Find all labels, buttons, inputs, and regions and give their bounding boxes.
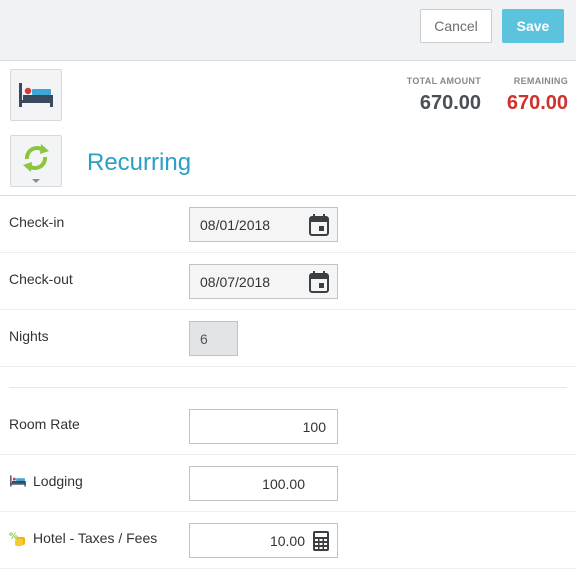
room-rate-label: Room Rate — [9, 416, 80, 432]
cancel-button[interactable]: Cancel — [420, 9, 492, 43]
calendar-icon[interactable] — [309, 214, 329, 236]
recurring-arrows-icon — [23, 144, 49, 183]
lodging-label: Lodging — [33, 473, 83, 489]
nights-row: Nights 6 — [0, 310, 576, 367]
recurring-button[interactable] — [10, 135, 62, 187]
remaining-label: REMAINING — [513, 76, 568, 86]
taxes-amount-value: 10.00 — [269, 532, 305, 549]
section-title: Recurring — [87, 149, 192, 176]
calculator-icon[interactable] — [313, 531, 329, 551]
top-toolbar: Cancel Save — [0, 0, 576, 61]
bed-icon — [19, 83, 53, 107]
total-amount-label: TOTAL AMOUNT — [406, 76, 481, 86]
lodging-row: Lodging 100.00 — [0, 455, 576, 512]
checkin-row: Check-in 08/01/2018 — [0, 196, 576, 253]
checkin-date-value: 08/01/2018 — [200, 216, 271, 233]
taxes-row: % Hotel - Taxes / Fees 10.00 — [0, 512, 576, 569]
total-amount-value: 670.00 — [419, 92, 481, 114]
lodging-amount-input[interactable]: 100.00 — [189, 466, 338, 501]
taxes-label: Hotel - Taxes / Fees — [33, 530, 158, 546]
taxes-label-wrap: % Hotel - Taxes / Fees — [9, 530, 157, 546]
nights-label: Nights — [9, 328, 49, 344]
save-button[interactable]: Save — [502, 9, 564, 43]
checkout-label: Check-out — [9, 271, 73, 287]
remaining-value: 670.00 — [506, 92, 568, 114]
checkout-date-value: 08/07/2018 — [200, 273, 271, 290]
checkout-date-input[interactable]: 08/07/2018 — [189, 264, 338, 299]
room-rate-row: Room Rate 100 — [0, 398, 576, 455]
nights-field: 6 — [189, 321, 238, 356]
bed-icon — [10, 475, 26, 487]
checkin-label: Check-in — [9, 214, 65, 230]
room-rate-input[interactable]: 100 — [189, 409, 338, 444]
expense-header: TOTAL AMOUNT 670.00 REMAINING 670.00 Rec… — [0, 61, 576, 196]
tax-coins-icon: % — [9, 532, 25, 546]
lodging-label-wrap: Lodging — [9, 473, 83, 489]
taxes-amount-input[interactable]: 10.00 — [189, 523, 338, 558]
checkin-date-input[interactable]: 08/01/2018 — [189, 207, 338, 242]
checkout-row: Check-out 08/07/2018 — [0, 253, 576, 310]
calendar-icon[interactable] — [309, 271, 329, 293]
expense-type-button[interactable] — [10, 69, 62, 121]
